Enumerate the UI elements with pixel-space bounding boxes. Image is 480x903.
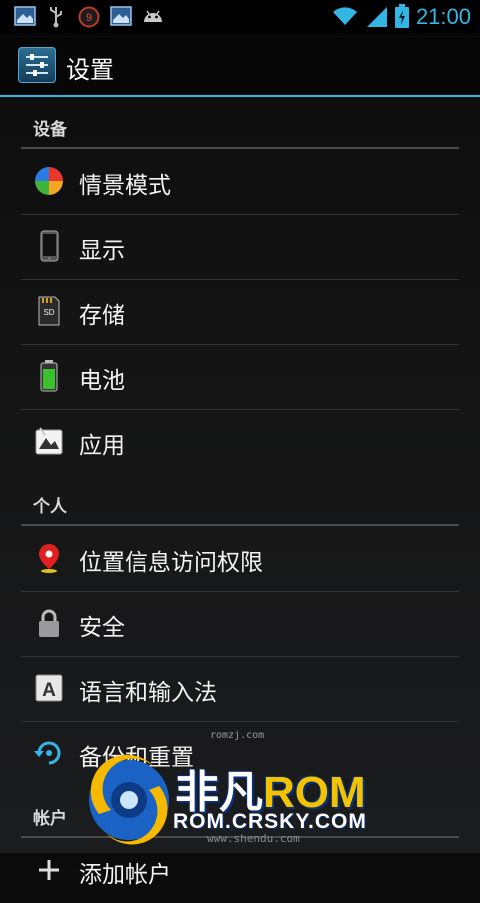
svg-text:SD: SD	[43, 308, 54, 317]
add-icon	[39, 860, 59, 880]
list-item-label: 存储	[79, 303, 125, 329]
list-item-apps[interactable]: 应用	[0, 409, 480, 474]
gallery-notification-icon	[14, 6, 36, 26]
list-item-add-account[interactable]: 添加帐户	[0, 838, 480, 903]
swirl-logo-icon	[89, 754, 169, 845]
list-item-battery[interactable]: 电池	[0, 344, 480, 409]
list-item-location[interactable]: 位置信息访问权限	[0, 526, 480, 591]
location-icon	[39, 544, 59, 573]
apps-icon	[35, 427, 63, 455]
battery-icon	[40, 360, 58, 392]
backup-icon	[34, 741, 61, 765]
signal-icon	[367, 7, 387, 27]
status-bar: 9 21:00	[0, 0, 480, 33]
list-item-label: 语言和输入法	[79, 680, 217, 706]
list-item-display[interactable]: 显示	[0, 214, 480, 279]
logo-url: ROM.CRSKY.COM	[173, 810, 367, 833]
list-item-label: 添加帐户	[79, 862, 171, 888]
wifi-icon	[333, 7, 357, 25]
list-item-label: 显示	[79, 238, 125, 264]
battery-charging-icon	[395, 4, 409, 28]
list-item-security[interactable]: 安全	[0, 591, 480, 656]
profiles-icon	[35, 167, 63, 195]
notification-count-icon: 9	[78, 6, 100, 28]
usb-icon	[50, 7, 62, 28]
clock: 21:00	[415, 4, 471, 29]
display-icon	[40, 230, 59, 262]
page-title: 设置	[66, 56, 114, 84]
svg-text:9: 9	[86, 12, 92, 24]
section-header-personal: 个人	[0, 474, 480, 526]
gallery-notification-icon-2	[110, 6, 132, 26]
list-item-label: 应用	[79, 433, 125, 459]
list-item-language[interactable]: A 语言和输入法	[0, 656, 480, 721]
list-item-label: 电池	[79, 368, 125, 394]
lock-icon	[39, 609, 59, 637]
list-item-label: 安全	[79, 615, 125, 641]
svg-text:A: A	[42, 680, 56, 701]
list-item-label: 位置信息访问权限	[79, 550, 263, 576]
storage-icon: SD	[38, 296, 60, 326]
action-bar: 设置	[0, 33, 480, 97]
list-item-label: 情景模式	[79, 173, 171, 199]
list-item-profiles[interactable]: 情景模式	[0, 149, 480, 214]
settings-icon[interactable]	[18, 47, 56, 83]
watermark-url: www.shendu.com	[207, 832, 300, 845]
language-icon: A	[35, 674, 63, 702]
android-icon	[144, 10, 162, 22]
watermark-text: romzj.com	[210, 730, 265, 741]
section-header-device: 设备	[0, 97, 480, 149]
list-item-storage[interactable]: SD 存储	[0, 279, 480, 344]
